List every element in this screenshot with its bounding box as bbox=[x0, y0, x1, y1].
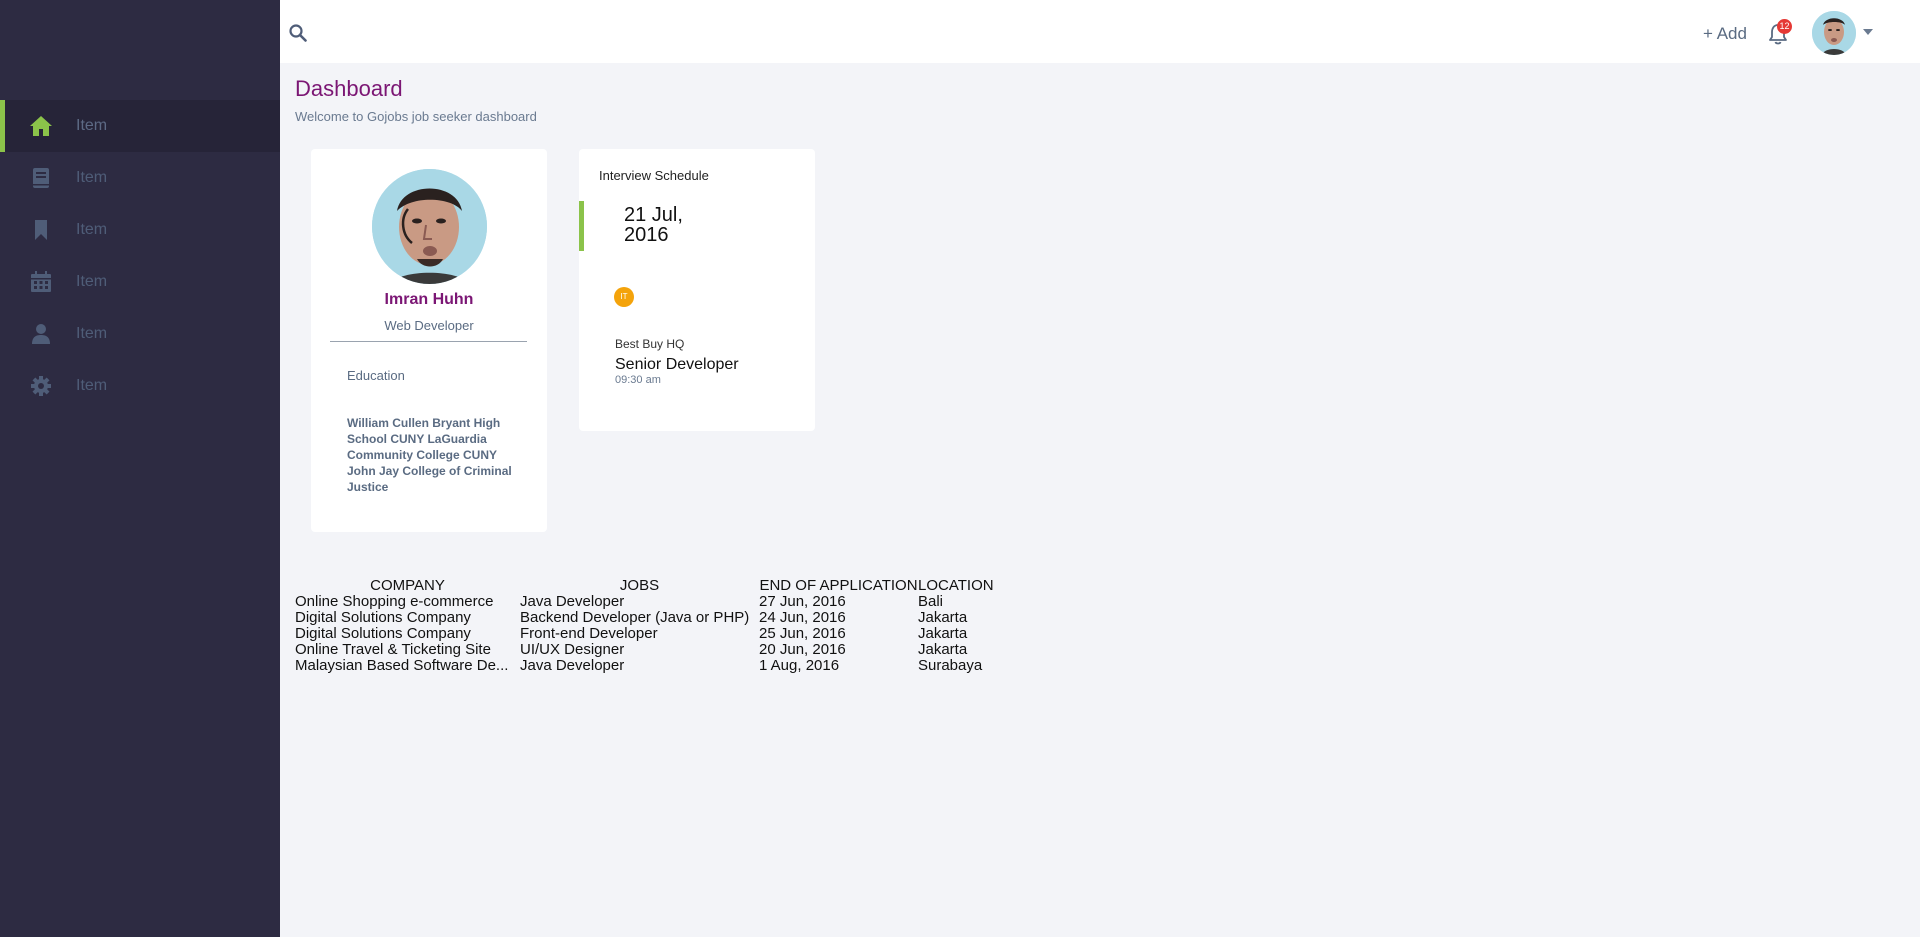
profile-name: Imran Huhn bbox=[384, 291, 474, 308]
cell-end: 1 Aug, 2016 bbox=[759, 657, 840, 674]
cell-job: Backend Developer (Java or PHP) bbox=[520, 609, 750, 626]
cell-location: Jakarta bbox=[918, 609, 968, 626]
education-text: William Cullen Bryant High School CUNY L… bbox=[347, 416, 512, 494]
profile-card: Imran Huhn Web Developer Education Willi… bbox=[311, 149, 547, 532]
category-tag: IT bbox=[614, 287, 634, 307]
sidebar-item-book[interactable]: Item bbox=[0, 152, 280, 204]
cell-location: Surabaya bbox=[918, 657, 983, 674]
cell-job: UI/UX Designer bbox=[520, 641, 625, 658]
top-header: + Add 12 bbox=[280, 0, 1920, 63]
notification-badge: 12 bbox=[1777, 19, 1792, 34]
interview-position: Senior Developer bbox=[615, 356, 739, 373]
gear-icon bbox=[31, 376, 51, 396]
cell-end: 24 Jun, 2016 bbox=[759, 609, 846, 626]
sidebar-item-label: Item bbox=[76, 221, 108, 238]
table-row[interactable]: Digital Solutions Company Front-end Deve… bbox=[295, 626, 994, 642]
cell-end: 27 Jun, 2016 bbox=[759, 593, 846, 610]
sidebar-item-label: Item bbox=[76, 273, 108, 290]
profile-role: Web Developer bbox=[384, 318, 474, 333]
profile-avatar bbox=[372, 169, 487, 284]
table-header-row: COMPANY JOBS END OF APPLICATION LOCATION bbox=[295, 577, 994, 594]
sidebar-item-settings[interactable]: Item bbox=[0, 360, 280, 412]
table-row[interactable]: Malaysian Based Software De... Java Deve… bbox=[295, 658, 994, 674]
column-header-location: LOCATION bbox=[918, 577, 994, 594]
cell-job: Front-end Developer bbox=[520, 625, 658, 642]
user-menu-caret[interactable] bbox=[1863, 29, 1873, 35]
avatar-image bbox=[1812, 11, 1856, 55]
interview-title: Interview Schedule bbox=[599, 168, 709, 183]
profile-divider bbox=[330, 341, 527, 342]
interview-company: Best Buy HQ bbox=[615, 337, 685, 351]
sidebar-item-home[interactable]: Item bbox=[0, 100, 280, 152]
page-subtitle: Welcome to Gojobs job seeker dashboard bbox=[295, 109, 537, 124]
column-header-end: END OF APPLICATION bbox=[759, 577, 918, 594]
table-row[interactable]: Digital Solutions Company Backend Develo… bbox=[295, 610, 994, 626]
cell-company: Digital Solutions Company bbox=[295, 610, 471, 626]
cell-end: 25 Jun, 2016 bbox=[759, 625, 846, 642]
user-avatar[interactable] bbox=[1812, 11, 1856, 55]
sidebar: Item Item Item Item Item Item bbox=[0, 0, 280, 937]
column-header-jobs: JOBS bbox=[619, 577, 660, 594]
column-header-company: COMPANY bbox=[370, 577, 445, 594]
cell-company: Online Travel & Ticketing Site bbox=[295, 642, 491, 658]
interview-time: 09:30 am bbox=[615, 374, 661, 386]
cell-location: Jakarta bbox=[918, 625, 968, 642]
cell-job: Java Developer bbox=[520, 657, 625, 674]
user-icon bbox=[32, 324, 50, 344]
interview-date: 21 Jul, 2016 bbox=[624, 204, 683, 246]
cell-company: Malaysian Based Software De... bbox=[295, 658, 509, 674]
cell-company: Digital Solutions Company bbox=[295, 626, 471, 642]
search-icon[interactable] bbox=[289, 24, 307, 42]
cell-job: Java Developer bbox=[520, 593, 625, 610]
sidebar-item-label: Item bbox=[76, 117, 108, 134]
cell-location: Jakarta bbox=[918, 641, 968, 658]
sidebar-item-profile[interactable]: Item bbox=[0, 308, 280, 360]
calendar-icon bbox=[31, 271, 51, 292]
sidebar-item-label: Item bbox=[76, 325, 108, 342]
profile-photo bbox=[372, 169, 487, 284]
interview-accent-bar bbox=[579, 201, 584, 251]
sidebar-item-label: Item bbox=[76, 169, 108, 186]
sidebar-item-bookmark[interactable]: Item bbox=[0, 204, 280, 256]
education-label: Education bbox=[347, 368, 405, 383]
book-icon bbox=[33, 168, 49, 188]
bookmark-icon bbox=[35, 220, 47, 240]
page-title: Dashboard bbox=[295, 76, 403, 101]
table-row[interactable]: Online Travel & Ticketing Site UI/UX Des… bbox=[295, 642, 994, 658]
home-icon bbox=[30, 116, 52, 136]
cell-location: Bali bbox=[918, 593, 944, 610]
cell-end: 20 Jun, 2016 bbox=[759, 641, 846, 658]
jobs-table: COMPANY JOBS END OF APPLICATION LOCATION… bbox=[295, 577, 994, 674]
sidebar-nav: Item Item Item Item Item Item bbox=[0, 100, 280, 412]
interview-schedule-card: Interview Schedule 21 Jul, 2016 IT Best … bbox=[579, 149, 815, 431]
sidebar-item-label: Item bbox=[76, 377, 108, 394]
sidebar-item-calendar[interactable]: Item bbox=[0, 256, 280, 308]
table-row[interactable]: Online Shopping e-commerce Java Develope… bbox=[295, 594, 994, 610]
add-button[interactable]: + Add bbox=[1703, 24, 1747, 44]
cell-company: Online Shopping e-commerce bbox=[295, 594, 494, 610]
